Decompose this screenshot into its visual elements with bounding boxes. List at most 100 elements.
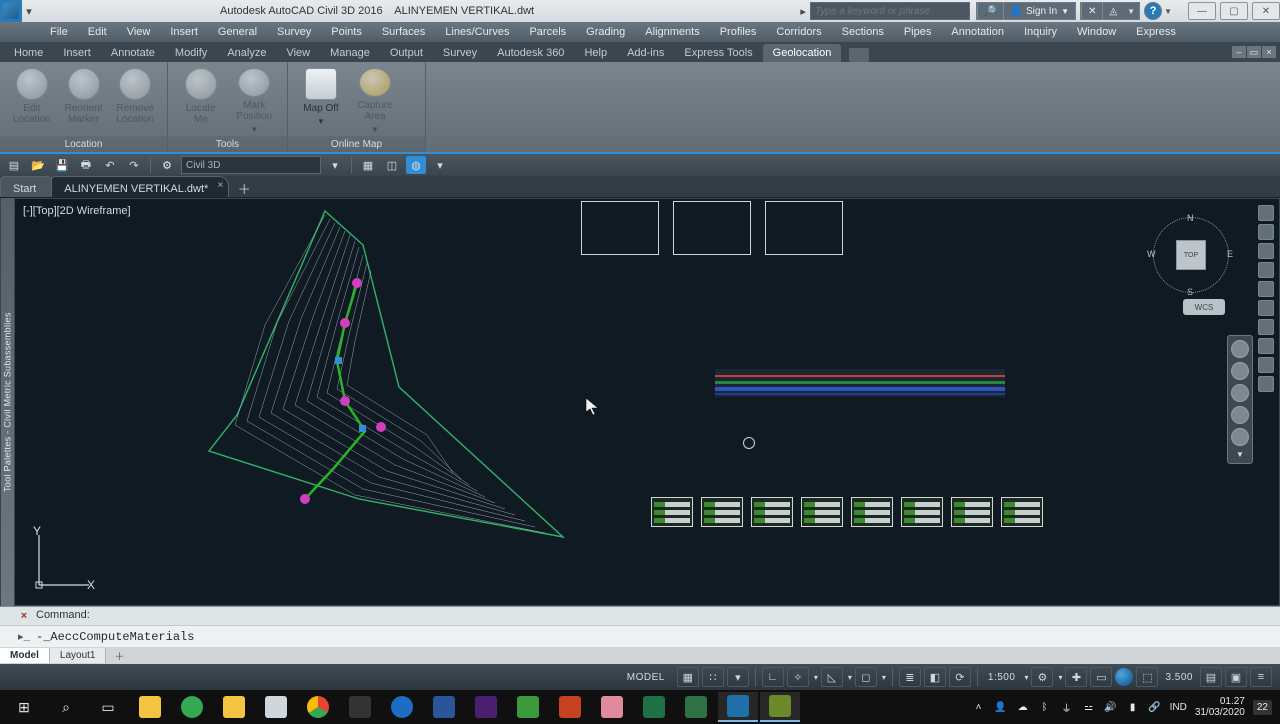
mdi-minimize-button[interactable]: – <box>1232 46 1246 58</box>
nav-icon[interactable] <box>1258 300 1274 316</box>
units-icon[interactable]: ⬚ <box>1136 667 1158 687</box>
qat-dropdown-icon[interactable]: ▾ <box>430 156 450 174</box>
menu-grading[interactable]: Grading <box>576 26 635 38</box>
qat-chevron-icon[interactable]: ▾ <box>22 0 36 22</box>
tab-survey[interactable]: Survey <box>433 44 487 62</box>
menu-icon[interactable]: ≡ <box>1250 667 1272 687</box>
nav-icon[interactable] <box>1258 281 1274 297</box>
menu-linescurves[interactable]: Lines/Curves <box>435 26 519 38</box>
menu-express[interactable]: Express <box>1126 26 1186 38</box>
decimal-value[interactable]: 3.500 <box>1161 672 1197 683</box>
plus-icon[interactable]: ✚ <box>1065 667 1087 687</box>
qat-tool-a-icon[interactable]: ▦ <box>358 156 378 174</box>
tab-view[interactable]: View <box>276 44 320 62</box>
workspace-selector[interactable]: Civil 3D <box>181 156 321 174</box>
volume-icon[interactable]: 🔊 <box>1104 700 1118 714</box>
tab-expresstools[interactable]: Express Tools <box>674 44 762 62</box>
wifi-icon[interactable]: ⚍ <box>1082 700 1096 714</box>
tab-annotate[interactable]: Annotate <box>101 44 165 62</box>
tab-autodesk360[interactable]: Autodesk 360 <box>487 44 574 62</box>
locate-me-button[interactable]: LocateMe <box>174 64 228 134</box>
layout1-tab[interactable]: Layout1 <box>50 648 107 663</box>
menu-insert[interactable]: Insert <box>160 26 208 38</box>
tab-manage[interactable]: Manage <box>320 44 380 62</box>
menu-corridors[interactable]: Corridors <box>766 26 831 38</box>
menu-pipes[interactable]: Pipes <box>894 26 942 38</box>
menu-window[interactable]: Window <box>1067 26 1126 38</box>
recorder-icon[interactable] <box>760 692 800 722</box>
word-icon[interactable] <box>424 692 464 722</box>
capture-area-button[interactable]: CaptureArea▼ <box>348 64 402 134</box>
undo-icon[interactable]: ↶ <box>100 156 120 174</box>
menu-annotation[interactable]: Annotation <box>941 26 1014 38</box>
grid-icon[interactable]: ▦ <box>677 667 699 687</box>
exchange-x-icon[interactable]: ✕ <box>1081 2 1102 20</box>
menu-points[interactable]: Points <box>321 26 372 38</box>
edge-icon[interactable] <box>382 692 422 722</box>
ime-indicator[interactable]: IND <box>1170 702 1187 713</box>
globe-icon[interactable] <box>1115 668 1133 686</box>
menu-surfaces[interactable]: Surfaces <box>372 26 435 38</box>
close-commandline-icon[interactable]: × <box>18 610 30 622</box>
model-tab[interactable]: Model <box>0 648 50 663</box>
mdi-close-button[interactable]: × <box>1262 46 1276 58</box>
pan-icon[interactable] <box>1231 362 1249 380</box>
tab-modify[interactable]: Modify <box>165 44 217 62</box>
search-input[interactable] <box>811 6 969 17</box>
excel-icon[interactable] <box>634 692 674 722</box>
tray-chevron-icon[interactable]: ˄ <box>972 700 986 714</box>
orbit-icon[interactable] <box>1231 406 1249 424</box>
onedrive-icon[interactable]: ☁ <box>1016 700 1030 714</box>
new-tab-button[interactable]: ＋ <box>233 179 255 197</box>
cycling-icon[interactable]: ⟳ <box>949 667 971 687</box>
cleanscreen-icon[interactable]: ▣ <box>1225 667 1247 687</box>
space-label[interactable]: MODEL <box>623 672 669 683</box>
link-icon[interactable]: 🔗 <box>1148 700 1162 714</box>
tab-home[interactable]: Home <box>4 44 53 62</box>
paint-icon[interactable] <box>592 692 632 722</box>
menu-profiles[interactable]: Profiles <box>710 26 767 38</box>
tab-analyze[interactable]: Analyze <box>217 44 276 62</box>
app-menu-icon[interactable] <box>0 0 22 22</box>
nav-icon[interactable] <box>1258 243 1274 259</box>
command-input[interactable] <box>36 630 1280 644</box>
wcs-badge[interactable]: WCS <box>1183 299 1225 315</box>
tab-help[interactable]: Help <box>574 44 617 62</box>
autocad-icon[interactable] <box>340 692 380 722</box>
command-prompt-icon[interactable]: ▸_ <box>18 630 32 644</box>
indesign-icon[interactable] <box>466 692 506 722</box>
showmotion-icon[interactable] <box>1231 428 1249 446</box>
nav-icon[interactable] <box>1258 357 1274 373</box>
nav-icon[interactable] <box>1258 338 1274 354</box>
osnap-icon[interactable]: ◻ <box>855 667 877 687</box>
qat-tool-b-icon[interactable]: ◫ <box>382 156 402 174</box>
isoplane-icon[interactable]: ◺ <box>821 667 843 687</box>
ribbon-focus-button[interactable] <box>849 48 869 62</box>
people-icon[interactable]: 👤 <box>994 700 1008 714</box>
notification-center[interactable]: 22 <box>1253 700 1272 715</box>
minimize-button[interactable]: — <box>1188 2 1216 20</box>
network-icon[interactable]: ⏚ <box>1060 700 1074 714</box>
bluetooth-icon[interactable]: ᛒ <box>1038 700 1052 714</box>
workspace-gear-icon[interactable]: ⚙ <box>157 156 177 174</box>
map-off-button[interactable]: Map Off▼ <box>294 64 348 134</box>
menu-survey[interactable]: Survey <box>267 26 321 38</box>
nav-icon[interactable] <box>1258 376 1274 392</box>
chrome-icon[interactable] <box>298 692 338 722</box>
customize-icon[interactable]: ▤ <box>1200 667 1222 687</box>
monitor-icon[interactable]: ▭ <box>1090 667 1112 687</box>
redo-icon[interactable]: ↷ <box>124 156 144 174</box>
steering-wheel-icon[interactable] <box>1231 340 1249 358</box>
edit-location-button[interactable]: EditLocation <box>6 64 58 134</box>
close-button[interactable]: ✕ <box>1252 2 1280 20</box>
tab-insert[interactable]: Insert <box>53 44 101 62</box>
mdi-restore-button[interactable]: ▭ <box>1247 46 1261 58</box>
mark-position-button[interactable]: MarkPosition▼ <box>228 64 282 134</box>
search-binoculars-icon[interactable]: 🔎 <box>977 2 1002 20</box>
gear-icon[interactable]: ⚙ <box>1031 667 1053 687</box>
chevron-down-icon[interactable]: ▼ <box>1164 7 1172 16</box>
tab-output[interactable]: Output <box>380 44 433 62</box>
folder-icon[interactable] <box>214 692 254 722</box>
start-button[interactable]: ⊞ <box>4 692 44 722</box>
anno-scale[interactable]: 1:500 <box>984 672 1020 683</box>
